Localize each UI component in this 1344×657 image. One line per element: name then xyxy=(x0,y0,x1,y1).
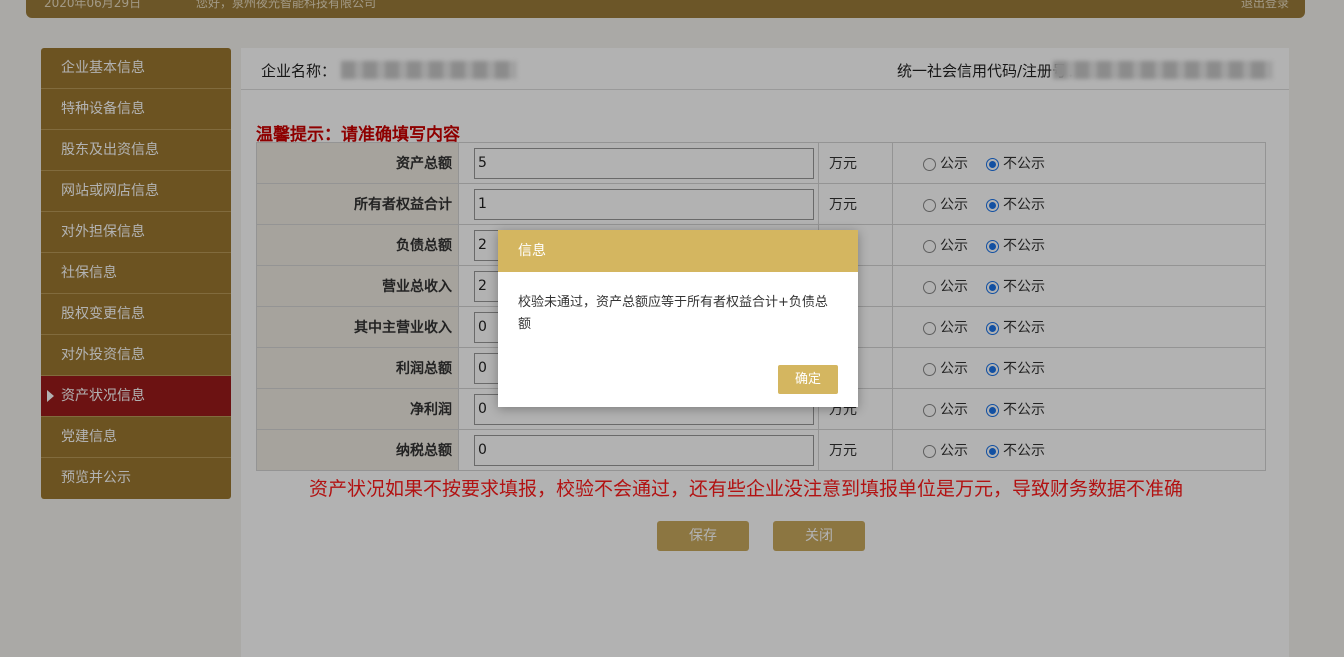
dialog-title: 信息 xyxy=(498,230,858,272)
confirm-button[interactable]: 确定 xyxy=(778,365,838,394)
validation-dialog: 信息 校验未通过，资产总额应等于所有者权益合计+负债总额 确定 xyxy=(498,230,858,407)
dialog-message: 校验未通过，资产总额应等于所有者权益合计+负债总额 xyxy=(518,295,828,332)
